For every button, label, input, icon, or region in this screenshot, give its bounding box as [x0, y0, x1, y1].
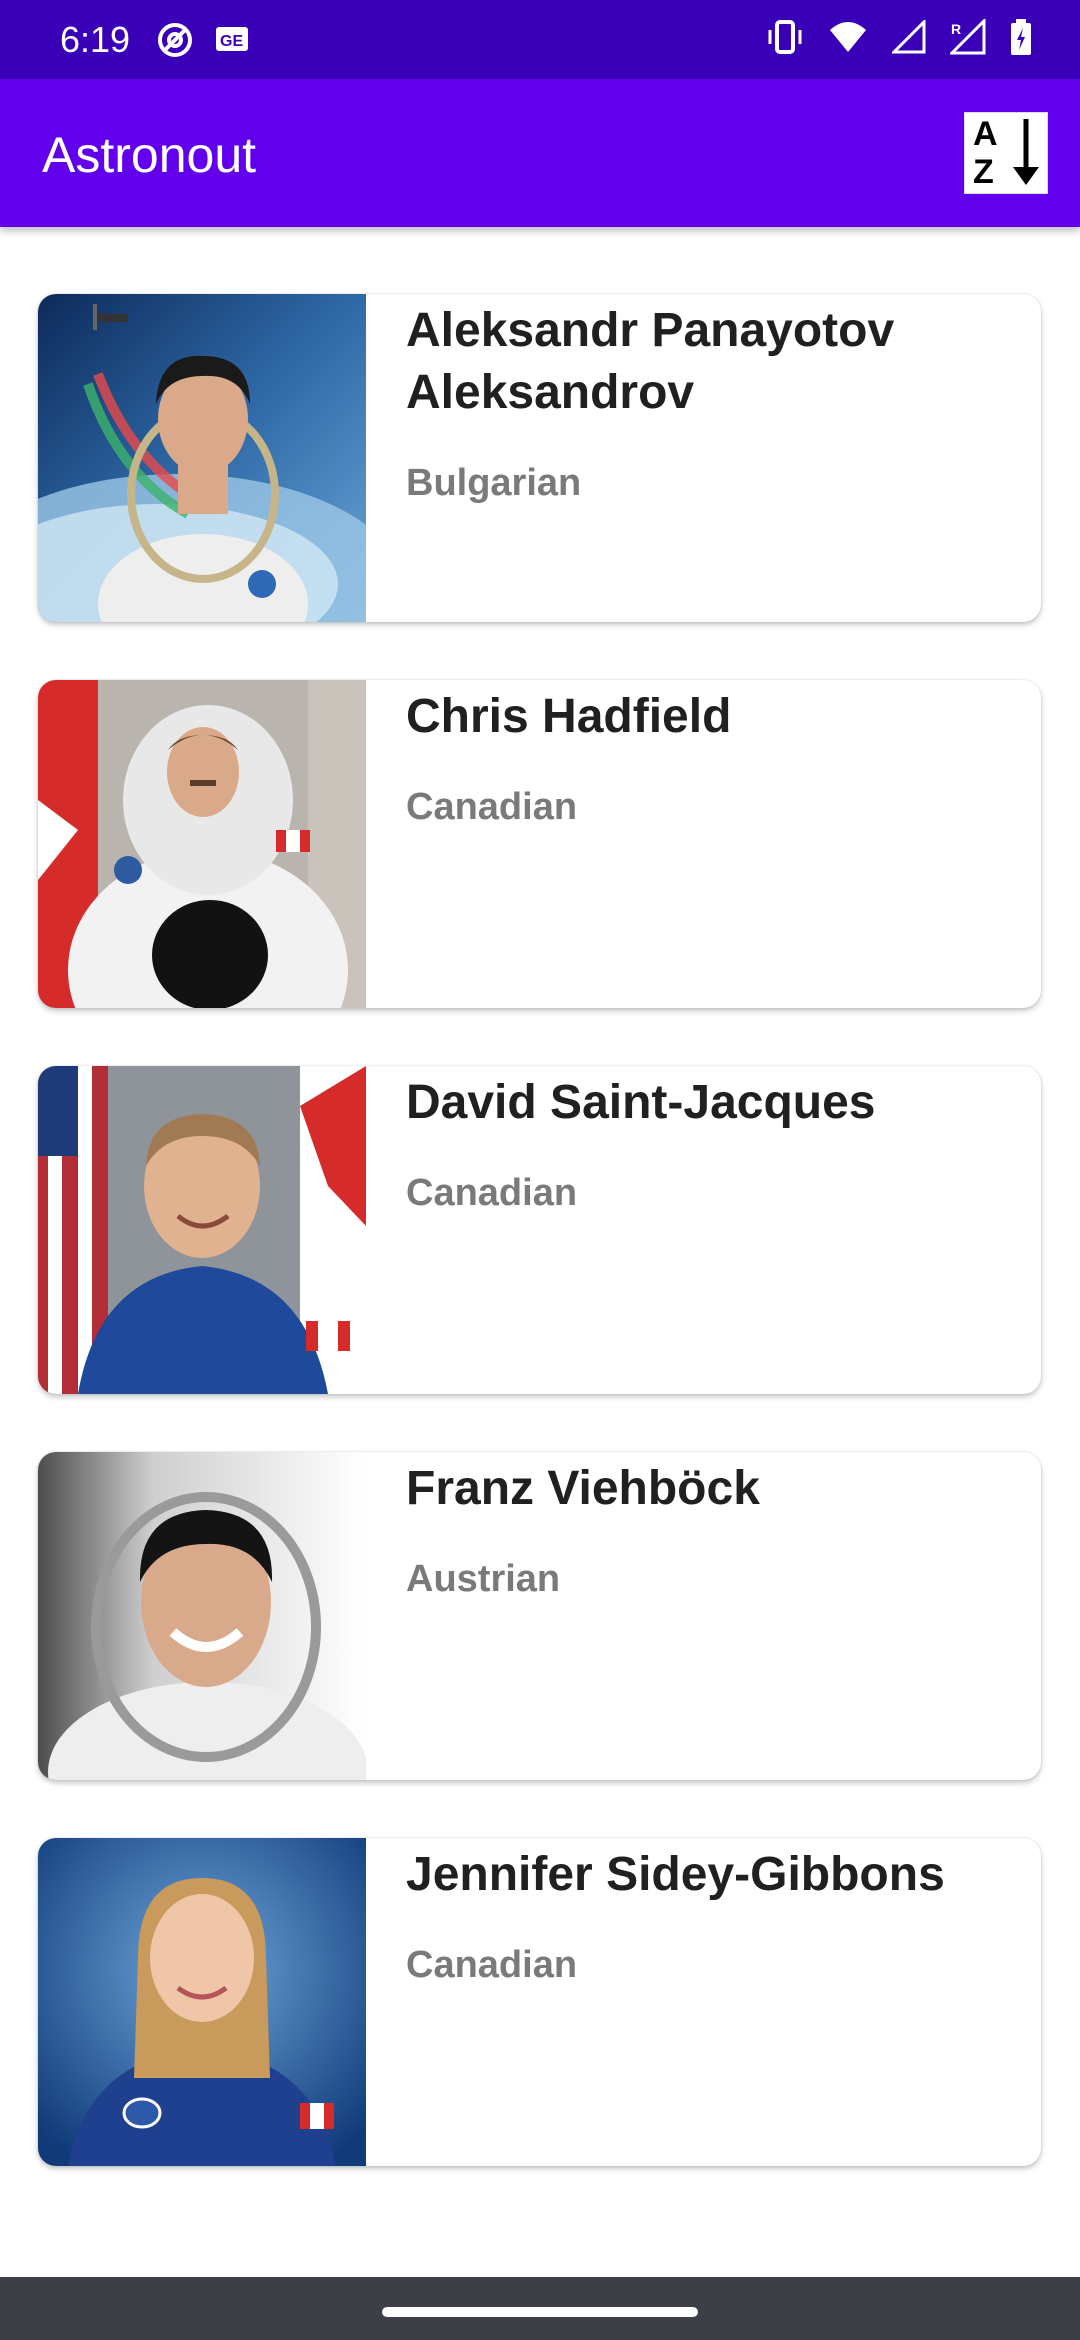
sort-letter-top: A [973, 115, 998, 153]
astronaut-card[interactable]: Chris Hadfield Canadian [38, 680, 1041, 1008]
signal-roaming-icon: R [948, 17, 986, 60]
wifi-icon [828, 20, 868, 59]
astronaut-name: David Saint-Jacques [406, 1076, 876, 1129]
app-title: Astronout [42, 127, 257, 183]
astronaut-nationality: Bulgarian [406, 462, 582, 504]
astronaut-name: Jennifer Sidey-Gibbons [406, 1848, 945, 1901]
status-time: 6:19 [60, 19, 131, 60]
astronaut-list[interactable]: Aleksandr Panayotov Aleksandrov Bulgaria… [38, 294, 1042, 2224]
astronaut-photo [38, 1066, 366, 1394]
home-gesture-handle[interactable] [382, 2307, 698, 2317]
astronaut-name: Chris Hadfield [406, 690, 732, 743]
astronaut-card[interactable]: Jennifer Sidey-Gibbons Canadian [38, 1838, 1041, 2166]
sort-arrow-down-icon [1009, 117, 1043, 194]
astronaut-name: Aleksandr Panayotov Aleksandrov [406, 304, 895, 419]
astronaut-nationality: Austrian [406, 1558, 561, 1600]
navigation-bar [0, 2277, 1080, 2340]
svg-text:R: R [951, 21, 961, 37]
astronaut-card[interactable]: David Saint-Jacques Canadian [38, 1066, 1041, 1394]
astronaut-card[interactable]: Aleksandr Panayotov Aleksandrov Bulgaria… [38, 294, 1041, 622]
astronaut-photo [38, 680, 366, 1008]
battery-charging-icon [1010, 18, 1032, 61]
astronaut-photo [38, 294, 366, 622]
svg-text:GE: GE [220, 33, 243, 50]
signal-icon [890, 18, 926, 59]
astronaut-nationality: Canadian [406, 1944, 578, 1986]
app-bar: Astronout [0, 79, 1080, 227]
sort-az-button[interactable]: A Z [964, 112, 1048, 194]
vibrate-icon [766, 19, 804, 60]
status-bar: 6:19 GE R [0, 0, 1080, 79]
astronaut-photo [38, 1452, 366, 1780]
astronaut-nationality: Canadian [406, 786, 578, 828]
notification-card-icon: GE [215, 22, 249, 63]
sort-letter-bottom: Z [973, 153, 994, 191]
astronaut-name: Franz Viehböck [406, 1462, 760, 1515]
astronaut-nationality: Canadian [406, 1172, 578, 1214]
at-sign-icon [157, 22, 193, 63]
astronaut-card[interactable]: Franz Viehböck Austrian [38, 1452, 1041, 1780]
astronaut-photo [38, 1838, 366, 2166]
